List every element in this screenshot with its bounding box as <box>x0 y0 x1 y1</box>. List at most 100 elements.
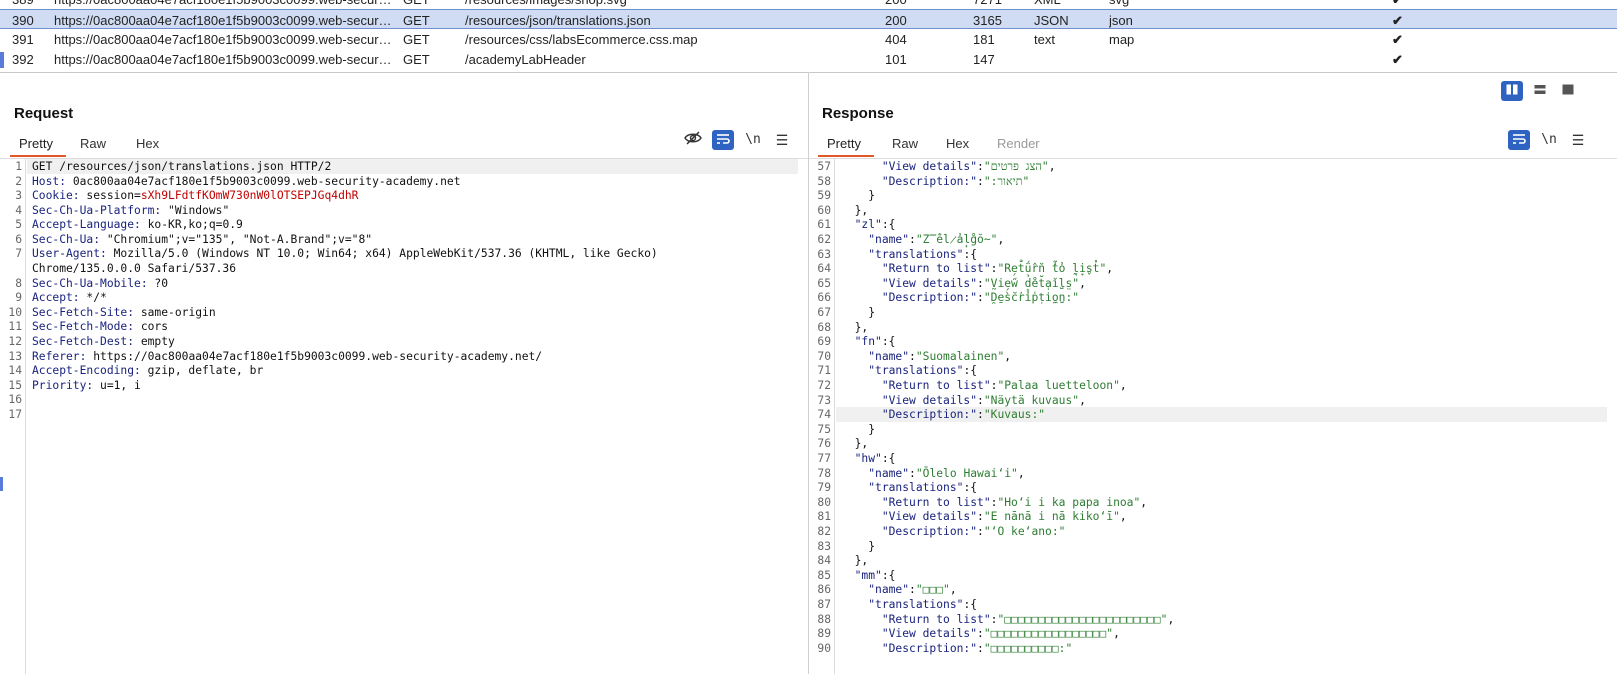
line-number: 5 <box>15 218 22 231</box>
request-title: Request <box>14 105 74 122</box>
single-pane-icon[interactable] <box>1557 81 1579 101</box>
json-punctuation: }, <box>854 203 869 217</box>
json-colon: : <box>909 233 916 246</box>
json-string: "□□□" <box>915 583 950 597</box>
line-number: 87 <box>817 598 831 611</box>
code-text: "translations":{ <box>841 247 977 262</box>
header-value: Chrome/135.0.0.0 Safari/537.36 <box>32 262 237 275</box>
tab-request-hex[interactable]: Hex <box>136 136 159 151</box>
json-punctuation: :{ <box>963 247 978 261</box>
json-string: "Kuvaus:" <box>983 408 1046 422</box>
json-key: "View details" <box>881 393 978 407</box>
header-name: Sec-Fetch-Mode: <box>32 320 135 333</box>
table-row[interactable]: 391 https://0ac800aa04e7acf180e1f5b9003c0… <box>0 29 1617 49</box>
code-line: 61 "zl":{ <box>809 217 1617 232</box>
code-text: Sec-Fetch-Site: same-origin <box>32 305 216 320</box>
code-line: 7 User-Agent: Mozilla/5.0 (Windows NT 10.… <box>0 246 808 261</box>
response-editor[interactable]: 57 "View details":"הצג פרטים", 58 "Descri… <box>809 159 1617 674</box>
hide-nonprintable-icon[interactable] <box>682 130 704 150</box>
code-text: Accept-Encoding: gzip, deflate, br <box>32 363 263 378</box>
line-number: 13 <box>8 350 22 363</box>
response-title: Response <box>822 105 894 122</box>
json-key: "Return to list" <box>881 612 991 626</box>
tab-request-pretty[interactable]: Pretty <box>19 136 53 151</box>
line-number: 67 <box>817 306 831 319</box>
row-host: https://0ac800aa04e7acf180e1f5b9003c0099… <box>54 13 392 28</box>
line-number: 7 <box>15 247 22 260</box>
tab-response-hex[interactable]: Hex <box>946 136 969 151</box>
code-text: "View details":"Näytä kuvaus", <box>841 393 1086 408</box>
header-value: "Chromium";v="135", "Not-A.Brand";v="8" <box>100 233 373 246</box>
split-vertical-icon[interactable] <box>1501 81 1523 101</box>
code-text: "Return to list":"□□□□□□□□□□□□□□□□□□□□□□… <box>841 612 1175 627</box>
json-string: ":תיאור" <box>983 174 1030 188</box>
json-key: "translations" <box>868 481 964 495</box>
json-key: "Description:" <box>881 641 978 655</box>
code-line: 83 } <box>809 539 1617 554</box>
wrap-icon[interactable] <box>712 130 734 150</box>
code-line: 6 Sec-Ch-Ua: "Chromium";v="135", "Not-A.B… <box>0 232 808 247</box>
newline-toggle-icon[interactable]: \n <box>1538 130 1560 150</box>
json-key: "Return to list" <box>881 262 991 276</box>
split-horizontal-icon[interactable] <box>1529 81 1551 101</box>
line-number: 60 <box>817 203 831 217</box>
json-key: "name" <box>868 233 910 246</box>
code-line: 5 Accept-Language: ko-KR,ko;q=0.9 <box>0 217 808 232</box>
left-edge-marker <box>0 477 3 491</box>
menu-icon[interactable]: ☰ <box>1567 130 1589 150</box>
line-number: 68 <box>817 320 831 334</box>
tab-response-pretty[interactable]: Pretty <box>827 136 861 151</box>
header-value: 0ac800aa04e7acf180e1f5b9003c0099.web-sec… <box>66 175 461 188</box>
code-text: Accept: */* <box>32 290 107 305</box>
line-number: 72 <box>817 379 831 392</box>
json-key: "name" <box>868 349 910 363</box>
code-text: "name":"Suomalainen", <box>841 349 1011 364</box>
http-history-table: 389 https://0ac800aa04e7acf180e1f5b9003c0… <box>0 0 1617 73</box>
row-number: 391 <box>12 32 34 47</box>
code-line: 1 GET /resources/json/translations.json H… <box>0 159 808 174</box>
code-line: 66 "Description:":"D̯e̱s̀c̆r̕i̓p̍ṭi̇o̼n̺… <box>809 290 1617 305</box>
header-name: Accept: <box>32 291 80 304</box>
tab-request-raw[interactable]: Raw <box>80 136 106 151</box>
code-text: }, <box>841 320 869 335</box>
line-number: 82 <box>817 525 831 538</box>
code-text: "name":"Z̿e̐l̷a̓l̘g̊ŏ̴", <box>841 232 1004 247</box>
menu-icon[interactable]: ☰ <box>771 130 793 150</box>
wrap-icon[interactable] <box>1508 130 1530 150</box>
header-name: Host: <box>32 175 67 188</box>
newline-toggle-icon[interactable]: \n <box>742 130 764 150</box>
json-punctuation: } <box>868 306 876 319</box>
table-row[interactable]: 390 https://0ac800aa04e7acf180e1f5b9003c0… <box>0 9 1617 29</box>
request-editor[interactable]: 1 GET /resources/json/translations.json H… <box>0 159 808 674</box>
tab-response-raw[interactable]: Raw <box>892 136 918 151</box>
header-value: session= <box>79 189 141 202</box>
code-text: "View details":"הצג פרטים", <box>841 159 1056 174</box>
cookie-value: sXh9LFdtfKOmW730nW0lOTSEPJGq4dhR <box>140 189 359 202</box>
tab-response-render[interactable]: Render <box>997 136 1040 151</box>
row-number: 389 <box>12 0 46 7</box>
code-line: 72 "Return to list":"Palaa luetteloon", <box>809 378 1617 393</box>
json-key: "translations" <box>868 598 964 611</box>
line-number: 3 <box>15 189 22 202</box>
code-text: "hw":{ <box>841 451 896 466</box>
row-status: 200 <box>885 13 907 28</box>
row-url: /resources/css/labsEcommerce.css.map <box>465 32 698 47</box>
header-value: "Windows" <box>161 204 230 217</box>
json-punctuation: , <box>1119 510 1127 524</box>
code-line: Chrome/135.0.0.0 Safari/537.36 <box>0 261 808 276</box>
row-host: https://0ac800aa04e7acf180e1f5b9003c0099… <box>54 0 392 7</box>
table-row[interactable]: 389 https://0ac800aa04e7acf180e1f5b9003c0… <box>0 0 1617 9</box>
table-row[interactable]: 392 https://0ac800aa04e7acf180e1f5b9003c0… <box>0 49 1617 69</box>
line-number: 17 <box>8 408 22 421</box>
row-method: GET <box>403 32 430 47</box>
line-number: 61 <box>817 218 831 232</box>
